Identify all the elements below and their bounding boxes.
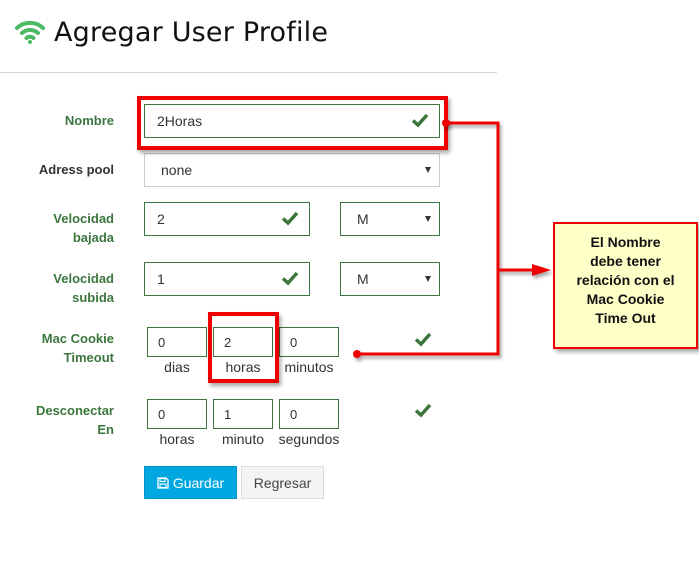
page-title: Agregar User Profile <box>54 16 329 48</box>
timeout-dias-value: 0 <box>158 334 166 350</box>
label-line: Velocidad <box>53 211 114 226</box>
note-line: relación con el <box>576 272 675 288</box>
caret-down-icon <box>425 216 431 222</box>
label-line: Velocidad <box>53 271 114 286</box>
note-line: Mac Cookie <box>586 291 665 307</box>
desconectar-horas-input[interactable]: 0 <box>147 399 207 429</box>
horas-highlight-box <box>208 312 279 383</box>
save-button[interactable]: Guardar <box>144 466 237 499</box>
desconectar-segundos-input[interactable]: 0 <box>279 399 339 429</box>
check-icon <box>414 332 432 347</box>
velocidad-bajada-unit-select[interactable]: M <box>340 202 440 236</box>
save-button-label: Guardar <box>172 474 225 491</box>
check-icon <box>414 403 432 418</box>
wifi-icon <box>15 20 45 44</box>
label-line: Mac Cookie <box>41 331 114 346</box>
header-divider <box>0 72 497 73</box>
arrow-head-icon <box>532 264 551 276</box>
desconectar-minuto-input[interactable]: 1 <box>213 399 273 429</box>
back-button[interactable]: Regresar <box>241 466 324 499</box>
connector-dot <box>353 350 361 358</box>
timeout-dias-unit: dias <box>164 359 190 375</box>
check-icon <box>281 271 299 286</box>
desconectar-horas-unit: horas <box>159 431 195 447</box>
timeout-dias-input[interactable]: 0 <box>147 327 207 357</box>
velocidad-subida-input[interactable]: 1 <box>144 262 310 296</box>
note-line: El Nombre <box>590 234 661 250</box>
desconectar-segundos-value: 0 <box>290 406 298 422</box>
caret-down-icon <box>425 167 431 173</box>
floppy-disk-icon <box>157 476 169 489</box>
label-line: Desconectar <box>35 403 114 418</box>
address-pool-select[interactable]: none <box>144 153 440 187</box>
label-line: Timeout <box>63 350 114 365</box>
timeout-minutos-unit: minutos <box>284 359 334 375</box>
label-line: subida <box>72 290 114 305</box>
desconectar-minuto-unit: minuto <box>221 431 265 447</box>
desconectar-minuto-value: 1 <box>224 406 232 422</box>
page-header: Agregar User Profile <box>14 12 328 52</box>
velocidad-subida-label: Velocidad subida <box>0 269 114 307</box>
check-icon <box>281 211 299 226</box>
back-button-label: Regresar <box>253 474 312 491</box>
nombre-label: Nombre <box>64 113 114 128</box>
caret-down-icon <box>425 276 431 282</box>
label-line: bajada <box>72 230 114 245</box>
velocidad-bajada-label: Velocidad bajada <box>0 209 114 247</box>
velocidad-subida-unit-select[interactable]: M <box>340 262 440 296</box>
address-pool-value: none <box>161 162 193 178</box>
address-pool-label: Adress pool <box>38 162 114 177</box>
timeout-minutos-input[interactable]: 0 <box>279 327 339 357</box>
nombre-highlight-box <box>137 96 448 150</box>
desconectar-segundos-unit: segundos <box>278 431 340 447</box>
note-line: debe tener <box>590 253 661 269</box>
timeout-minutos-value: 0 <box>290 334 298 350</box>
mac-cookie-timeout-label: Mac Cookie Timeout <box>0 329 114 367</box>
note-line: Time Out <box>595 310 656 326</box>
annotation-note: El Nombre debe tener relación con el Mac… <box>553 222 698 349</box>
desconectar-en-label: Desconectar En <box>0 401 114 439</box>
velocidad-bajada-input[interactable]: 2 <box>144 202 310 236</box>
desconectar-horas-value: 0 <box>158 406 166 422</box>
label-line: En <box>97 422 114 437</box>
